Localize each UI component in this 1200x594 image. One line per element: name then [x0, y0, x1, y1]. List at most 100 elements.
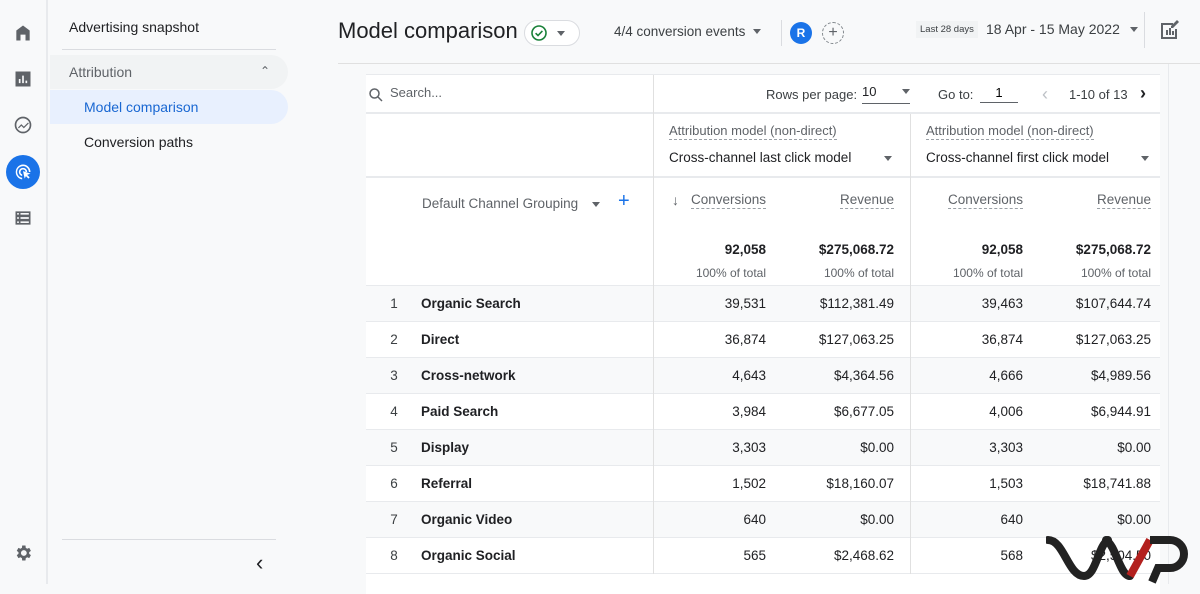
advertising-icon[interactable]: [6, 155, 40, 189]
metric-header-conversions-1[interactable]: Conversions: [690, 192, 766, 209]
dimension-selector[interactable]: Default Channel Grouping: [422, 196, 578, 211]
cell-conversions-first-click: 568: [1000, 548, 1023, 563]
subnav-model-comparison[interactable]: Model comparison: [50, 90, 288, 124]
data-quality-status-button[interactable]: [524, 20, 580, 46]
rows-per-page-select[interactable]: 10: [862, 84, 910, 104]
cell-revenue-last-click: $127,063.25: [818, 332, 894, 347]
cell-conversions-last-click: 39,531: [724, 296, 766, 311]
page-range: 1-10 of 13: [1069, 87, 1128, 102]
cell-conversions-last-click: 3,984: [732, 404, 766, 419]
check-circle-icon: [531, 25, 547, 41]
configure-icon[interactable]: [6, 201, 40, 235]
row-rank: 8: [390, 548, 398, 563]
row-rank: 2: [390, 332, 398, 347]
row-rank: 6: [390, 476, 398, 491]
collapse-nav-button[interactable]: ‹: [256, 552, 263, 574]
table-row[interactable]: 7 Organic Video 640 $0.00 640 $0.00: [366, 502, 1160, 538]
total-percent: 100% of total: [1080, 266, 1151, 280]
caret-down-icon: [557, 30, 565, 36]
total-value: $275,068.72: [1075, 242, 1151, 257]
table-row[interactable]: 2 Direct 36,874 $127,063.25 36,874 $127,063.2…: [366, 322, 1160, 358]
cell-revenue-first-click: $107,644.74: [1075, 296, 1151, 311]
sort-descending-icon[interactable]: ↓: [672, 192, 679, 208]
model-2-select[interactable]: Cross-channel first click model: [926, 150, 1109, 165]
caret-down-icon[interactable]: [884, 156, 892, 161]
search-input[interactable]: [390, 85, 640, 100]
search-icon: [369, 88, 383, 102]
conversion-events-dropdown[interactable]: 4/4 conversion events: [614, 24, 762, 39]
metric-header-revenue-2[interactable]: Revenue: [1096, 192, 1151, 209]
subnav-divider: [62, 49, 276, 50]
table-row[interactable]: 4 Paid Search 3,984 $6,677.05 4,006 $6,944.91: [366, 394, 1160, 430]
caret-down-icon[interactable]: [592, 202, 600, 207]
explore-icon[interactable]: [6, 108, 40, 142]
column-divider: [653, 75, 654, 115]
page-header: Model comparison 4/4 conversion events R…: [338, 0, 1200, 64]
date-range-picker[interactable]: 18 Apr - 15 May 2022: [986, 21, 1138, 37]
column-divider: [910, 114, 911, 178]
caret-down-icon[interactable]: [1141, 156, 1149, 161]
goto-page-input[interactable]: [980, 83, 1018, 103]
channel-name: Referral: [421, 476, 473, 491]
cell-conversions-first-click: 36,874: [981, 332, 1023, 347]
cell-conversions-first-click: 3,303: [989, 440, 1023, 455]
cell-revenue-last-click: $2,468.62: [833, 548, 894, 563]
rows-per-page-value: 10: [862, 84, 877, 99]
total-value: 92,058: [981, 242, 1023, 257]
model-header-row: Attribution model (non-direct) Cross-cha…: [366, 114, 1160, 178]
total-value: $275,068.72: [818, 242, 894, 257]
cell-conversions-first-click: 4,666: [989, 368, 1023, 383]
customize-report-icon[interactable]: [1158, 18, 1182, 42]
cell-conversions-last-click: 1,502: [732, 476, 766, 491]
row-rank: 5: [390, 440, 398, 455]
metric-header-revenue-1[interactable]: Revenue: [839, 192, 894, 209]
cell-conversions-first-click: 640: [1000, 512, 1023, 527]
home-icon[interactable]: [6, 16, 40, 50]
settings-icon[interactable]: [6, 536, 40, 570]
comparison-avatar[interactable]: R: [790, 22, 812, 44]
channel-name: Organic Social: [421, 548, 516, 563]
model-1-select[interactable]: Cross-channel last click model: [669, 150, 851, 165]
column-divider: [653, 114, 654, 178]
channel-name: Organic Video: [421, 512, 513, 527]
metric-header-conversions-2[interactable]: Conversions: [947, 192, 1023, 209]
cell-revenue-last-click: $0.00: [860, 512, 894, 527]
cell-revenue-last-click: $4,364.56: [833, 368, 894, 383]
subnav-advertising-snapshot[interactable]: Advertising snapshot: [50, 10, 288, 44]
cell-revenue-first-click: $6,944.91: [1090, 404, 1151, 419]
table-body: 1 Organic Search 39,531 $112,381.49 39,463 $1…: [366, 286, 1160, 574]
cell-revenue-last-click: $18,160.07: [826, 476, 894, 491]
table-row[interactable]: 8 Organic Social 565 $2,468.62 568 $2,504.50: [366, 538, 1160, 574]
cell-revenue-last-click: $0.00: [860, 440, 894, 455]
next-page-button[interactable]: ›: [1140, 83, 1146, 104]
left-nav-rail: [0, 0, 48, 584]
table-row[interactable]: 5 Display 3,303 $0.00 3,303 $0.00: [366, 430, 1160, 466]
row-rank: 3: [390, 368, 398, 383]
reports-icon[interactable]: [6, 62, 40, 96]
cell-conversions-last-click: 3,303: [732, 440, 766, 455]
add-dimension-button[interactable]: +: [618, 190, 630, 213]
date-range-label: 18 Apr - 15 May 2022: [986, 21, 1120, 37]
header-divider: [781, 20, 782, 46]
channel-name: Organic Search: [421, 296, 521, 311]
cell-conversions-first-click: 4,006: [989, 404, 1023, 419]
metric-header-row: Default Channel Grouping + ↓ Conversions…: [366, 178, 1160, 286]
subnav-bottom-divider: [62, 539, 276, 540]
caret-down-icon: [753, 29, 762, 34]
subnav-conversion-paths[interactable]: Conversion paths: [50, 125, 288, 159]
cell-conversions-last-click: 565: [743, 548, 766, 563]
previous-page-button[interactable]: ‹: [1042, 84, 1048, 105]
total-percent: 100% of total: [823, 266, 894, 280]
table-row[interactable]: 1 Organic Search 39,531 $112,381.49 39,463 $1…: [366, 286, 1160, 322]
table-row[interactable]: 3 Cross-network 4,643 $4,364.56 4,666 $4,989.…: [366, 358, 1160, 394]
page-title: Model comparison: [338, 18, 518, 43]
subnav-attribution-label: Attribution: [69, 64, 133, 80]
header-divider: [1144, 12, 1145, 48]
subnav-attribution-group[interactable]: Attribution ⌃: [50, 55, 288, 89]
cell-conversions-last-click: 640: [743, 512, 766, 527]
channel-name: Direct: [421, 332, 460, 347]
chevron-up-icon: ⌃: [260, 64, 271, 78]
attribution-subnav: Advertising snapshot Attribution ⌃ Model…: [50, 0, 338, 584]
table-row[interactable]: 6 Referral 1,502 $18,160.07 1,503 $18,741.88: [366, 466, 1160, 502]
add-comparison-button[interactable]: +: [822, 22, 844, 44]
